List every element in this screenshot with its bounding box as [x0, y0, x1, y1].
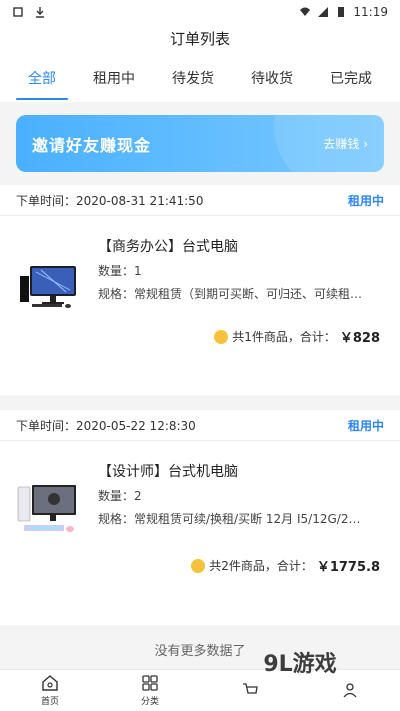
- notification-icon: [12, 6, 24, 18]
- signal-icon: [317, 6, 329, 18]
- battery-icon: [335, 6, 347, 18]
- product-name: 【设计师】台式机电脑: [98, 464, 238, 480]
- order-card[interactable]: 下单时间：2020-05-22 12:8:30 租用中 【设计师】台式机电脑 数…: [0, 410, 400, 625]
- nav-label: 首页: [40, 697, 59, 707]
- tab-label: 已完成: [330, 71, 372, 87]
- home-icon: [42, 675, 58, 691]
- nav-label: 分类: [140, 697, 159, 707]
- banner-title: 邀请好友赚现金: [32, 135, 152, 155]
- product-spec: 规格：常规租赁可续/换租/买断 12月 I5/12G/240…: [98, 512, 368, 526]
- tab-to-receive[interactable]: 待收货: [239, 54, 305, 102]
- nav-category[interactable]: 分类: [100, 670, 200, 711]
- product-quantity: 数量：2: [98, 489, 142, 503]
- order-time: 下单时间：2020-05-22 12:8:30: [16, 418, 196, 433]
- coin-icon: [214, 329, 229, 344]
- order-summary: 共2件商品，合计： ￥1775.8: [191, 556, 380, 575]
- banner-decoration: [274, 115, 384, 172]
- tab-all[interactable]: 全部: [16, 54, 68, 102]
- order-time: 下单时间：2020-08-31 21:41:50: [16, 193, 204, 208]
- product-image: [17, 485, 76, 532]
- active-tab-indicator: [16, 98, 68, 100]
- order-tabs: 全部 租用中 待发货 待收货 已完成: [0, 54, 400, 102]
- summary-count: 共1件商品，合计：: [232, 330, 336, 344]
- order-header: 下单时间：2020-08-31 21:41:50 租用中: [0, 185, 400, 215]
- page-title: 订单列表: [0, 24, 400, 54]
- summary-count: 共2件商品，合计：: [209, 559, 313, 573]
- wifi-icon: [299, 6, 311, 18]
- order-header: 下单时间：2020-05-22 12:8:30 租用中: [0, 410, 400, 440]
- tab-to-ship[interactable]: 待发货: [160, 54, 226, 102]
- product-name: 【商务办公】台式电脑: [98, 239, 238, 255]
- status-time: 11:19: [353, 5, 388, 19]
- download-icon: [34, 6, 46, 18]
- order-summary: 共1件商品，合计： ￥828: [214, 327, 380, 346]
- order-status: 租用中: [347, 193, 384, 208]
- category-icon: [142, 675, 158, 691]
- invite-banner[interactable]: 邀请好友赚现金 去赚钱 ›: [16, 115, 384, 172]
- order-card[interactable]: 下单时间：2020-08-31 21:41:50 租用中 【商务办公】台式电脑 …: [0, 185, 400, 395]
- summary-total: ￥828: [339, 331, 380, 346]
- status-bar: 11:19: [0, 0, 400, 24]
- tab-label: 待发货: [172, 71, 214, 87]
- product-quantity: 数量：1: [98, 264, 142, 278]
- tab-renting[interactable]: 租用中: [81, 54, 147, 102]
- tab-completed[interactable]: 已完成: [318, 54, 384, 102]
- order-status: 租用中: [347, 418, 384, 433]
- nav-home[interactable]: 首页: [0, 670, 100, 711]
- coin-icon: [191, 558, 206, 573]
- watermark-logo: 9L游戏: [210, 632, 390, 692]
- tab-label: 租用中: [93, 71, 135, 87]
- product-spec: 规格：常规租赁（到期可买断、可归还、可续租）…: [98, 287, 368, 301]
- tab-label: 待收货: [251, 71, 293, 87]
- summary-total: ￥1775.8: [316, 560, 380, 575]
- watermark-text: 9L游戏: [263, 652, 337, 677]
- tab-label: 全部: [28, 71, 56, 87]
- product-image: [20, 266, 76, 308]
